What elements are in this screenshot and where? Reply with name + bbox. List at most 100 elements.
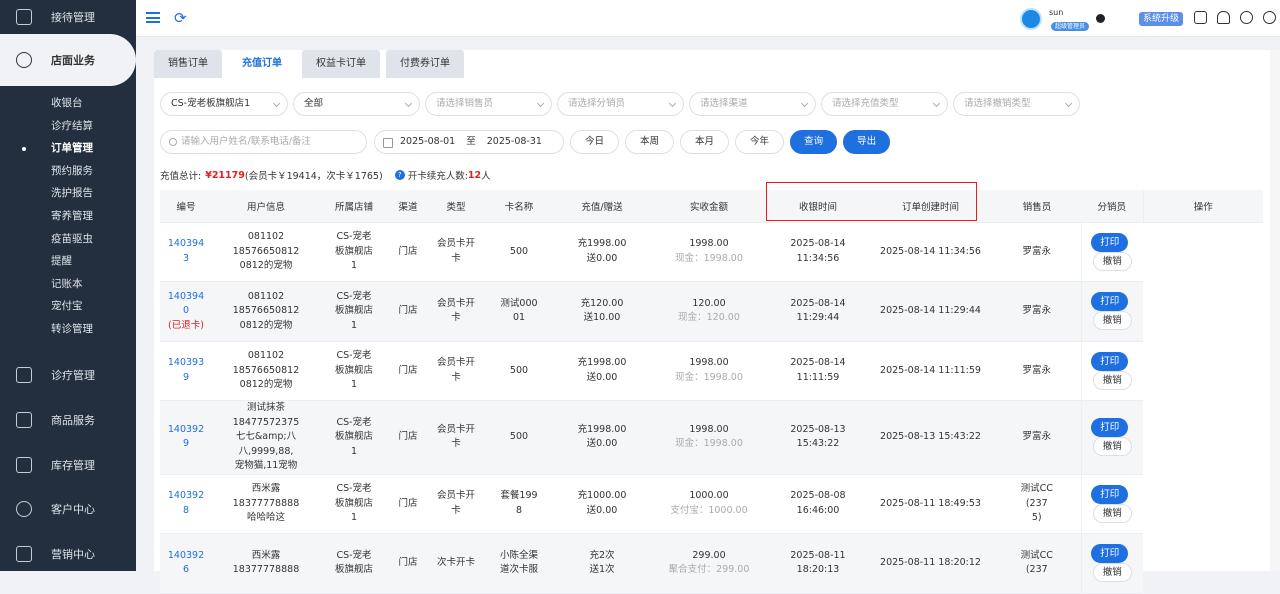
sidebar-item-customers[interactable]: 客户中心: [0, 494, 136, 524]
this-year-button[interactable]: 今年: [735, 130, 785, 154]
sidebar-subitem-appointments[interactable]: 预约服务: [0, 160, 136, 183]
channel-cell: 门店: [388, 400, 428, 475]
col-recharge: 充值/赠送: [554, 190, 650, 223]
order-id[interactable]: 140394 0 (已退卡): [160, 281, 212, 342]
order-id[interactable]: 140392 6: [160, 533, 212, 594]
sidebar-subitem-orders[interactable]: 订单管理: [0, 137, 136, 160]
today-button[interactable]: 今日: [570, 130, 620, 154]
sidebar-item-marketing[interactable]: 营销中心: [0, 539, 136, 569]
status-select[interactable]: 全部: [293, 92, 420, 116]
print-button[interactable]: 打印: [1091, 292, 1129, 312]
calendar-icon[interactable]: [1194, 11, 1207, 24]
date-range-picker[interactable]: 2025-08-01 至 2025-08-31: [374, 130, 564, 154]
recharge-cell: 充1998.00 送0.00: [554, 341, 650, 401]
created-time-cell: 2025-08-14 11:29:44: [868, 281, 993, 342]
sidebar-subitem-cashier[interactable]: 收银台: [0, 92, 136, 115]
order-id[interactable]: 140394 3: [160, 222, 212, 282]
amount-cell: 120.00 现金：120.00: [650, 281, 768, 342]
sidebar-subitem-boarding[interactable]: 寄养管理: [0, 205, 136, 228]
print-button[interactable]: 打印: [1091, 418, 1129, 438]
sidebar-item-reception[interactable]: 接待管理: [0, 0, 136, 34]
sidebar-item-inventory[interactable]: 库存管理: [0, 450, 136, 480]
channel-select[interactable]: 请选择渠道: [689, 92, 816, 116]
channel-cell: 门店: [388, 281, 428, 342]
user-dropdown-icon[interactable]: [1096, 14, 1105, 23]
sidebar-item-store-business[interactable]: 店面业务: [0, 34, 136, 86]
user-icon[interactable]: [1263, 11, 1276, 24]
sidebar-item-products[interactable]: 商品服务: [0, 405, 136, 435]
sidebar-subitem-grooming-report[interactable]: 洗护报告: [0, 182, 136, 205]
col-channel: 渠道: [388, 190, 428, 223]
cancel-button[interactable]: 撤销: [1092, 311, 1132, 331]
created-time-cell: 2025-08-11 18:49:53: [868, 474, 993, 534]
user-info: 西米露 18377778888: [212, 533, 320, 594]
created-time-cell: 2025-08-13 15:43:22: [868, 400, 993, 475]
print-button[interactable]: 打印: [1091, 351, 1129, 371]
print-button[interactable]: 打印: [1091, 232, 1129, 252]
sidebar-subitem-vaccine[interactable]: 疫苗驱虫: [0, 228, 136, 251]
query-button[interactable]: 查询: [790, 130, 838, 154]
cancel-button[interactable]: 撤销: [1092, 563, 1132, 583]
channel-cell: 门店: [388, 222, 428, 282]
sidebar-subitem-settlement[interactable]: 诊疗结算: [0, 115, 136, 138]
tab-coupon-orders[interactable]: 付费券订单: [386, 50, 464, 78]
bell-icon[interactable]: [1217, 11, 1230, 24]
tab-benefit-card-orders[interactable]: 权益卡订单: [302, 50, 380, 78]
cancel-button[interactable]: 撤销: [1092, 370, 1132, 390]
tab-sales-orders[interactable]: 销售订单: [154, 50, 222, 78]
type-cell: 会员卡开卡: [428, 474, 484, 534]
cancel-button[interactable]: 撤销: [1092, 437, 1132, 457]
recharge-cell: 充1998.00 送0.00: [554, 400, 650, 475]
store-cell: CS-宠老 板旗舰店 1: [320, 281, 388, 342]
recharge-type-select[interactable]: 请选择充值类型: [821, 92, 948, 116]
card-name-cell: 小陈全渠 道次卡服: [484, 533, 554, 594]
sidebar-subitem-referral[interactable]: 转诊管理: [0, 318, 136, 341]
menu-toggle-icon[interactable]: [146, 12, 160, 23]
cancel-button[interactable]: 撤销: [1092, 503, 1132, 523]
seller-cell: 测试CC (237: [993, 533, 1081, 594]
avatar[interactable]: [1020, 8, 1042, 30]
order-id[interactable]: 140392 8: [160, 474, 212, 534]
tab-recharge-orders[interactable]: 充值订单: [228, 50, 296, 78]
cancel-button[interactable]: 撤销: [1092, 251, 1132, 271]
recharge-summary: 充值总计: ¥21179 (会员卡￥19414，次卡￥1765) ? 开卡续充人…: [160, 168, 491, 183]
seller-cell: 测试CC (237 5): [993, 474, 1081, 534]
order-id[interactable]: 140392 9: [160, 400, 212, 475]
headset-icon[interactable]: [1240, 11, 1253, 24]
sidebar-subitem-petpay[interactable]: 宠付宝: [0, 295, 136, 318]
table-row: 140394 3 081102 18576650812 0812的宠物 CS-宠老 板旗…: [160, 222, 1263, 282]
refresh-icon[interactable]: ⟳: [174, 9, 187, 27]
cashier-time-cell: 2025-08-14 11:34:56: [768, 222, 868, 282]
type-cell: 会员卡开卡: [428, 400, 484, 475]
store-cell: CS-宠老 板旗舰店 1: [320, 474, 388, 534]
this-week-button[interactable]: 本周: [625, 130, 675, 154]
this-month-button[interactable]: 本月: [680, 130, 730, 154]
sidebar-item-label: 店面业务: [51, 54, 95, 67]
sidebar-subitem-reminder[interactable]: 提醒: [0, 250, 136, 273]
recharge-cell: 充1000.00 送0.00: [554, 474, 650, 534]
store-select[interactable]: CS-宠老板旗舰店1: [160, 92, 288, 116]
top-bar: ⟳ sun 超级管理员 系统升级: [136, 0, 1280, 37]
sidebar-subitem-ledger[interactable]: 记账本: [0, 273, 136, 296]
date-to: 2025-08-31: [486, 136, 542, 147]
channel-cell: 门店: [388, 533, 428, 594]
print-button[interactable]: 打印: [1091, 544, 1129, 564]
seller-cell: 罗富永: [993, 400, 1081, 475]
seller-select[interactable]: 请选择销售员: [425, 92, 552, 116]
cancel-type-select[interactable]: 请选择撤销类型: [953, 92, 1080, 116]
scrollbar[interactable]: [1270, 50, 1280, 571]
export-button[interactable]: 导出: [843, 130, 891, 154]
distributor-select[interactable]: 请选择分销员: [557, 92, 684, 116]
created-time-cell: 2025-08-14 11:34:56: [868, 222, 993, 282]
sidebar-item-clinic[interactable]: 诊疗管理: [0, 360, 136, 390]
created-time-cell: 2025-08-11 18:20:12: [868, 533, 993, 594]
user-name: sun: [1049, 8, 1064, 17]
channel-cell: 门店: [388, 341, 428, 401]
date-separator: 至: [466, 136, 476, 147]
table-row: 140392 9 测试抹茶 18477572375 七七&amp;八八,9999,88…: [160, 400, 1263, 475]
search-input[interactable]: 请输入用户姓名/联系电话/备注: [160, 130, 367, 154]
print-button[interactable]: 打印: [1091, 484, 1129, 504]
question-icon[interactable]: ?: [394, 170, 405, 180]
order-id[interactable]: 140393 9: [160, 341, 212, 401]
upgrade-button[interactable]: 系统升级: [1139, 12, 1184, 26]
